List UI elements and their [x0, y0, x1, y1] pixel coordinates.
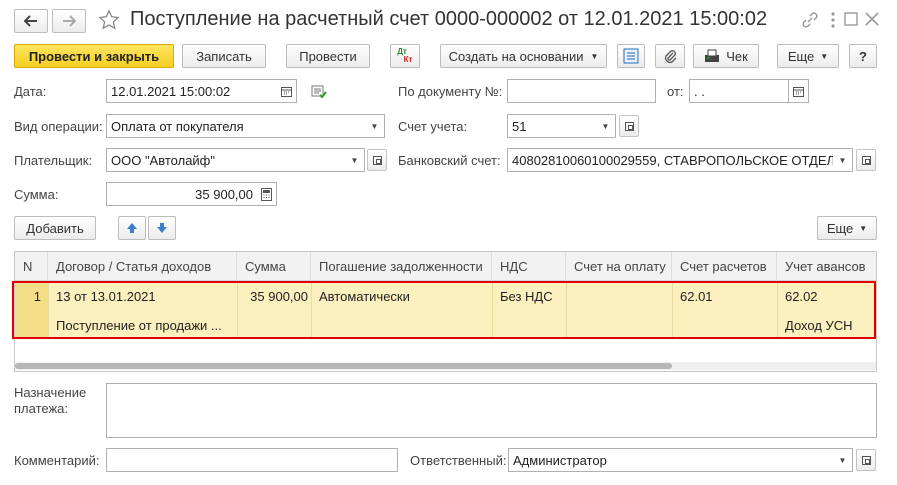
- hierarchy-icon: [623, 48, 639, 64]
- back-button[interactable]: [14, 9, 48, 33]
- comment-field[interactable]: [106, 448, 398, 472]
- arrow-right-icon: [63, 15, 76, 27]
- create-based-on-button[interactable]: Создать на основании ▼: [440, 44, 607, 68]
- chevron-down-icon: ▼: [859, 223, 868, 233]
- chevron-down-icon: ▼: [370, 121, 379, 131]
- responsible-label: Ответственный:: [410, 453, 507, 468]
- purpose-label-line2: платежа:: [14, 401, 68, 416]
- paperclip-icon: [664, 50, 677, 64]
- calculator-button[interactable]: [257, 182, 277, 206]
- maximize-icon[interactable]: [844, 12, 858, 29]
- doc-date-label: от:: [667, 84, 684, 99]
- chevron-down-icon: ▼: [350, 155, 359, 165]
- link-icon[interactable]: [801, 11, 819, 32]
- more-actions-label: Еще: [787, 48, 815, 64]
- calculator-icon: [261, 187, 272, 201]
- bank-account-field[interactable]: 40802810060100029559, СТАВРОПОЛЬСКОЕ ОТД…: [507, 148, 834, 172]
- open-icon: [372, 155, 382, 165]
- account-open-button[interactable]: [619, 115, 639, 137]
- receipt-button[interactable]: Чек: [693, 44, 759, 68]
- open-icon: [861, 455, 871, 465]
- open-icon: [861, 155, 871, 165]
- row-highlight-frame: [12, 281, 876, 339]
- col-header-n[interactable]: N: [15, 252, 48, 281]
- responsible-field[interactable]: Администратор: [508, 448, 834, 472]
- dt-kt-button[interactable]: Дт Кт: [390, 44, 420, 68]
- add-row-button[interactable]: Добавить: [14, 216, 96, 240]
- chevron-down-icon: ▼: [601, 121, 610, 131]
- help-button[interactable]: ?: [849, 44, 877, 68]
- purpose-label-line1: Назначение: [14, 385, 87, 400]
- col-header-repayment[interactable]: Погашение задолженности: [311, 252, 492, 281]
- post-and-close-button[interactable]: Провести и закрыть: [14, 44, 174, 68]
- horizontal-scrollbar[interactable]: [15, 362, 876, 370]
- doc-date-field[interactable]: . .: [689, 79, 789, 103]
- account-field[interactable]: 51: [507, 114, 597, 138]
- col-header-advance[interactable]: Учет авансов: [777, 252, 876, 281]
- document-status-icon: [311, 85, 327, 102]
- bank-account-open-button[interactable]: [856, 149, 876, 171]
- save-button[interactable]: Записать: [182, 44, 266, 68]
- close-icon[interactable]: [865, 12, 879, 29]
- open-icon: [624, 121, 634, 131]
- chevron-down-icon: ▼: [820, 51, 829, 61]
- post-button[interactable]: Провести: [286, 44, 370, 68]
- move-up-button[interactable]: [118, 216, 146, 240]
- table-more-label: Еще: [826, 220, 854, 236]
- more-actions-button[interactable]: Еще ▼: [777, 44, 839, 68]
- col-header-contract[interactable]: Договор / Статья доходов: [48, 252, 237, 281]
- more-vertical-icon[interactable]: [826, 11, 840, 29]
- bank-account-label: Банковский счет:: [398, 153, 501, 168]
- responsible-dropdown[interactable]: ▼: [833, 448, 853, 472]
- calendar-icon: [793, 86, 804, 97]
- receipt-label: Чек: [726, 48, 748, 64]
- col-header-sum[interactable]: Сумма: [237, 252, 311, 281]
- arrow-up-icon: [127, 223, 137, 233]
- payer-open-button[interactable]: [367, 149, 387, 171]
- calendar-icon: [281, 86, 292, 97]
- chevron-down-icon: ▼: [838, 455, 847, 465]
- date-field[interactable]: 12.01.2021 15:00:02: [106, 79, 278, 103]
- scrollbar-thumb[interactable]: [15, 363, 672, 369]
- col-header-vat[interactable]: НДС: [492, 252, 566, 281]
- sum-label: Сумма:: [14, 187, 59, 202]
- doc-number-label: По документу №:: [398, 84, 503, 99]
- forward-button[interactable]: [52, 9, 86, 33]
- arrow-left-icon: [24, 15, 37, 27]
- move-down-button[interactable]: [148, 216, 176, 240]
- table-more-button[interactable]: Еще ▼: [817, 216, 877, 240]
- account-label: Счет учета:: [398, 119, 468, 134]
- kt-label: Кт: [403, 55, 413, 64]
- chevron-down-icon: ▼: [838, 155, 847, 165]
- create-based-on-label: Создать на основании: [448, 48, 584, 64]
- bank-account-dropdown[interactable]: ▼: [833, 148, 853, 172]
- doc-calendar-button[interactable]: [789, 79, 809, 103]
- attach-button[interactable]: [655, 44, 685, 68]
- col-header-settlement[interactable]: Счет расчетов: [672, 252, 777, 281]
- operation-type-dropdown[interactable]: ▼: [365, 114, 385, 138]
- favorite-star-icon[interactable]: [98, 9, 120, 34]
- chevron-down-icon: ▼: [590, 51, 599, 61]
- operation-type-select[interactable]: Оплата от покупателя: [106, 114, 366, 138]
- comment-label: Комментарий:: [14, 453, 100, 468]
- payer-field[interactable]: ООО "Автолайф": [106, 148, 346, 172]
- date-label: Дата:: [14, 84, 47, 99]
- doc-number-field[interactable]: [507, 79, 656, 103]
- col-header-invoice[interactable]: Счет на оплату: [566, 252, 672, 281]
- cash-register-icon: [705, 49, 720, 62]
- account-dropdown[interactable]: ▼: [596, 114, 616, 138]
- arrow-down-icon: [157, 223, 167, 233]
- sum-field[interactable]: 35 900,00: [106, 182, 258, 206]
- operation-type-label: Вид операции:: [14, 119, 103, 134]
- responsible-open-button[interactable]: [856, 449, 876, 471]
- structure-button[interactable]: [617, 44, 645, 68]
- purpose-textarea[interactable]: [106, 383, 877, 438]
- page-title: Поступление на расчетный счет 0000-00000…: [130, 8, 768, 30]
- payer-dropdown[interactable]: ▼: [345, 148, 365, 172]
- calendar-button[interactable]: [277, 79, 297, 103]
- payer-label: Плательщик:: [14, 153, 93, 168]
